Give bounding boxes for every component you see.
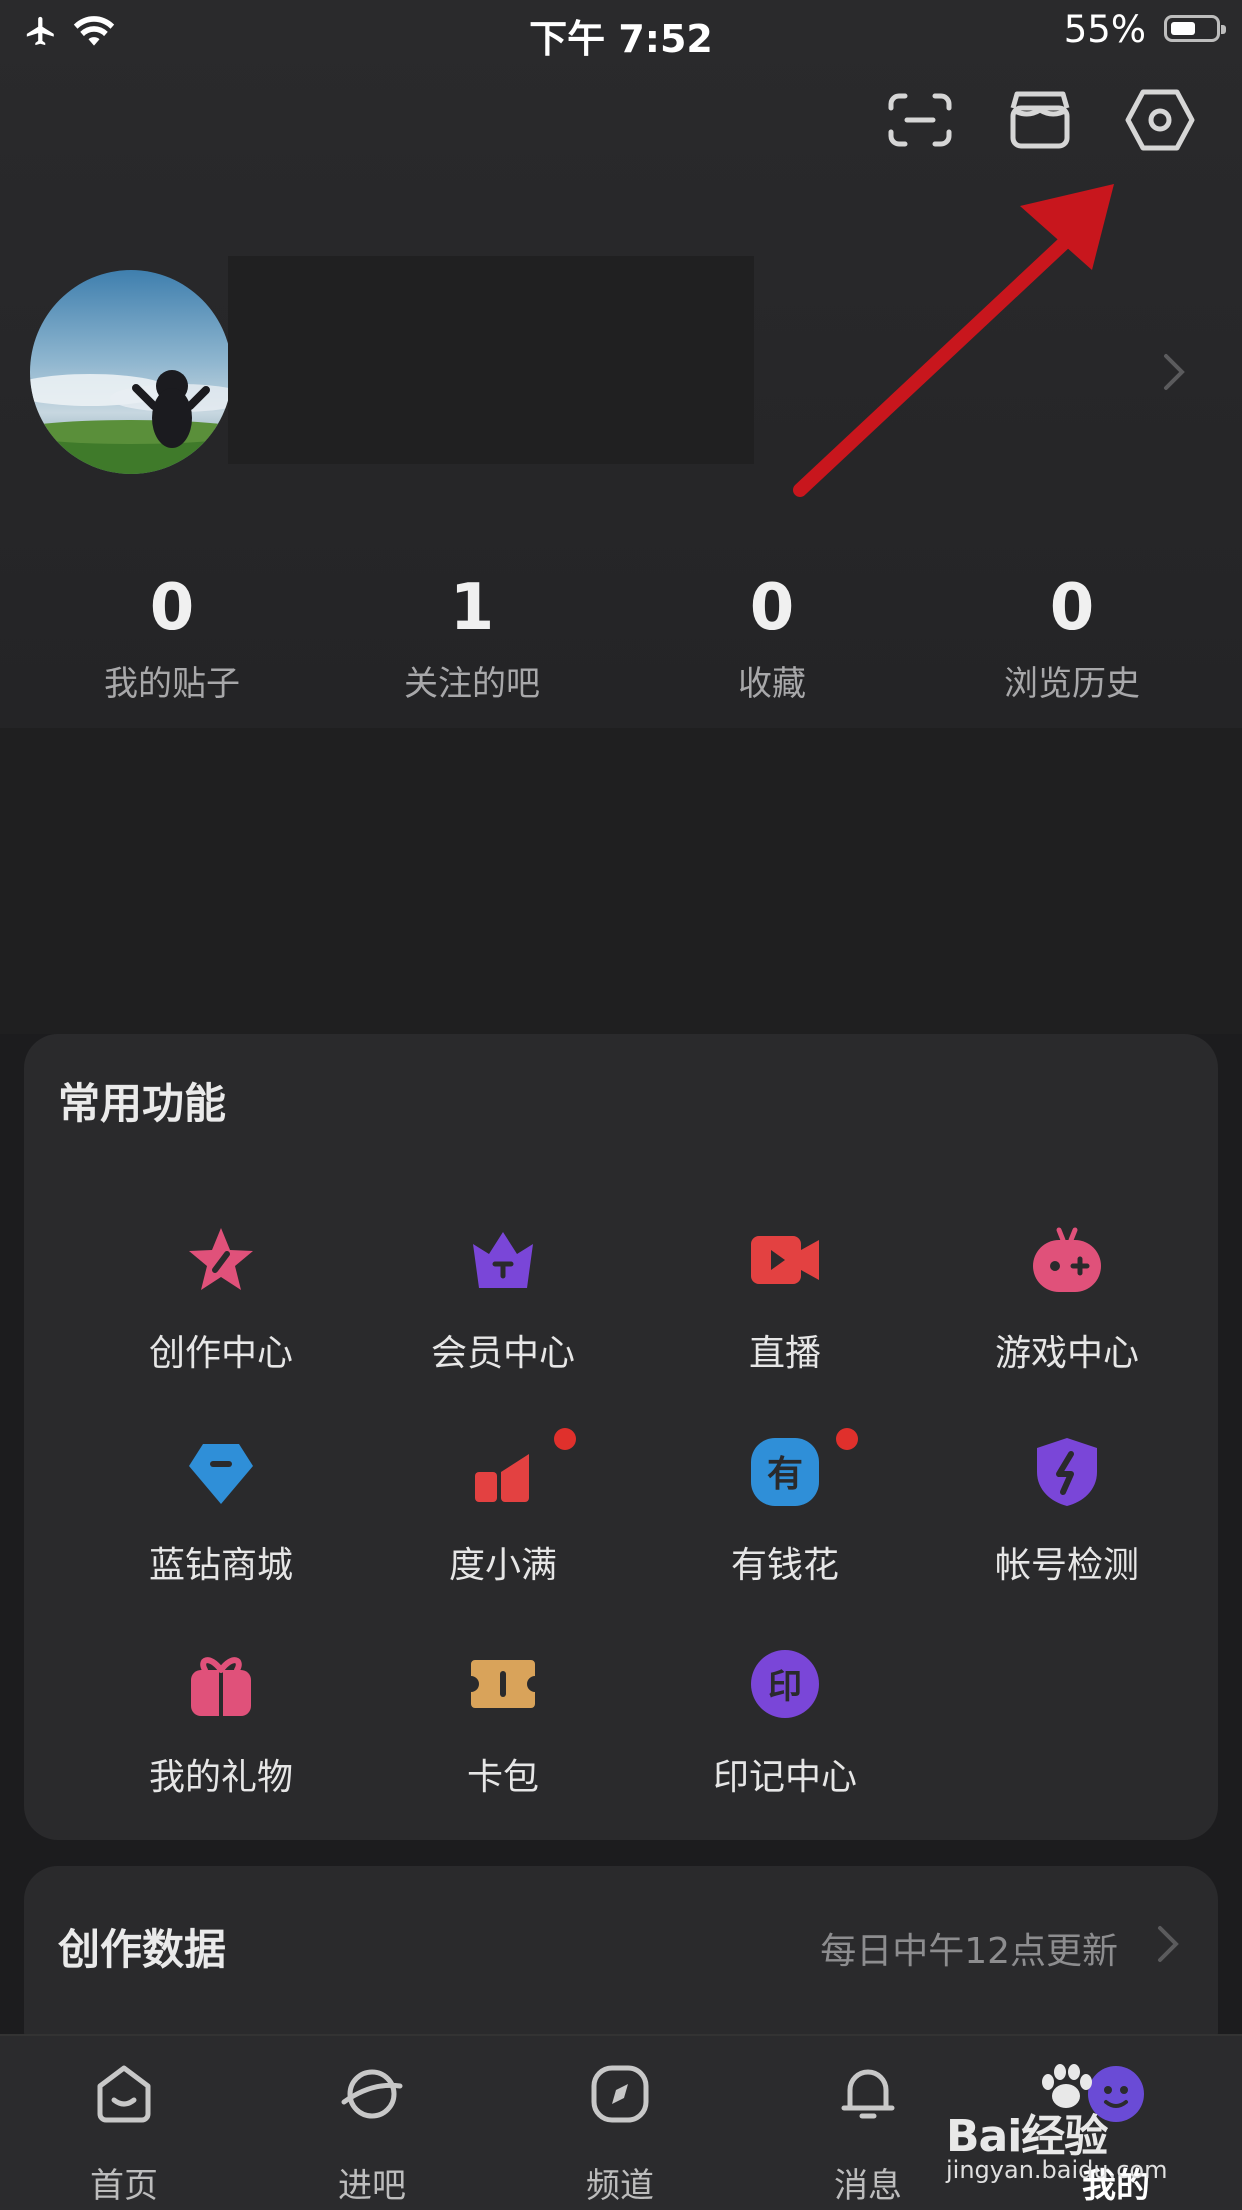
scan-icon[interactable] (880, 80, 960, 160)
settings-icon[interactable] (1120, 80, 1200, 160)
money-icon-glyph: 有 (767, 1454, 803, 1495)
function-label: 有钱花 (730, 1545, 839, 1586)
compass-icon (591, 2065, 649, 2123)
stat-followed-bars[interactable]: 1 关注的吧 (322, 570, 622, 720)
function-creation-center[interactable]: 创作中心 (80, 1224, 362, 1404)
function-label: 游戏中心 (994, 1333, 1139, 1374)
function-label: 我的礼物 (148, 1757, 293, 1798)
chevron-right-icon (1158, 1926, 1179, 1962)
function-label: 印记中心 (712, 1757, 857, 1798)
seal-icon-glyph: 印 (768, 1667, 802, 1707)
function-label: 卡包 (466, 1757, 539, 1798)
stat-label: 关注的吧 (404, 664, 540, 704)
card-title: 常用功能 (58, 1079, 227, 1128)
stat-my-posts[interactable]: 0 我的贴子 (22, 570, 322, 720)
stat-value: 0 (1049, 571, 1095, 645)
function-label: 帐号检测 (994, 1545, 1139, 1586)
gamepad-icon (1033, 1227, 1101, 1292)
function-game-center[interactable]: 游戏中心 (926, 1224, 1208, 1404)
tab-channel[interactable]: 频道 (496, 2036, 744, 2210)
function-label: 直播 (748, 1333, 821, 1374)
shield-icon (1037, 1438, 1097, 1506)
stat-value: 0 (749, 571, 795, 645)
function-you-qian-hua[interactable]: 有 有钱花 (644, 1428, 926, 1616)
gift-icon (191, 1657, 251, 1716)
tab-home[interactable]: 首页 (0, 2036, 248, 2210)
tab-enter-bar[interactable]: 进吧 (248, 2036, 496, 2210)
username-area[interactable] (228, 256, 754, 464)
function-label: 蓝钻商城 (148, 1545, 293, 1586)
finance-chart-icon (475, 1454, 529, 1502)
store-icon[interactable] (1000, 80, 1080, 160)
function-seal-center[interactable]: 印 印记中心 (644, 1648, 926, 1828)
crown-icon (473, 1232, 533, 1288)
function-label: 创作中心 (148, 1333, 293, 1374)
star-pen-icon (189, 1228, 253, 1290)
tab-label: 频道 (586, 2166, 654, 2206)
function-account-check[interactable]: 帐号检测 (926, 1436, 1208, 1616)
stat-value: 0 (149, 571, 195, 645)
tab-label: 进吧 (338, 2166, 406, 2206)
tab-label: 首页 (90, 2166, 158, 2206)
chevron-right-icon[interactable] (1156, 350, 1192, 394)
baidu-jingyan-watermark: Bai经验 jingyan.baidu.com (946, 2060, 1236, 2200)
function-label: 度小满 (448, 1545, 557, 1586)
stat-label: 收藏 (738, 664, 806, 704)
watermark-brand: Bai经验 (946, 2111, 1108, 2162)
update-note: 每日中午12点更新 (820, 1931, 1118, 1972)
stat-history[interactable]: 0 浏览历史 (922, 570, 1222, 720)
function-label: 会员中心 (430, 1333, 575, 1374)
status-bar: 下午 7:52 55% (0, 0, 1242, 62)
common-functions-card: 常用功能 创作中心 会员中心 直播 游戏中心 蓝钻商城 度小满 有 有钱花 帐号… (24, 1034, 1218, 1840)
watermark-url: jingyan.baidu.com (946, 2156, 1168, 2184)
notification-dot (836, 1428, 858, 1450)
battery-icon (1164, 15, 1226, 42)
stat-label: 浏览历史 (1004, 664, 1140, 704)
stat-label: 我的贴子 (104, 664, 240, 704)
function-vip-center[interactable]: 会员中心 (362, 1224, 644, 1404)
video-camera-icon (751, 1236, 819, 1284)
function-my-gifts[interactable]: 我的礼物 (80, 1648, 362, 1828)
status-time: 下午 7:52 (529, 17, 713, 61)
ticket-icon (471, 1660, 535, 1708)
notification-dot (554, 1428, 576, 1450)
avatar[interactable] (30, 270, 232, 474)
card-title: 创作数据 (58, 1925, 227, 1974)
planet-icon (341, 2069, 403, 2119)
function-du-xiaoman[interactable]: 度小满 (362, 1428, 644, 1616)
stat-value: 1 (449, 571, 495, 645)
battery-percent: 55% (1063, 8, 1146, 51)
function-card-wallet[interactable]: 卡包 (362, 1648, 644, 1828)
function-blue-diamond-mall[interactable]: 蓝钻商城 (80, 1436, 362, 1616)
stat-favorites[interactable]: 0 收藏 (622, 570, 922, 720)
home-icon (97, 2065, 151, 2123)
seal-icon: 印 (751, 1650, 819, 1718)
diamond-icon (189, 1444, 253, 1504)
function-live[interactable]: 直播 (644, 1224, 926, 1404)
bell-icon (841, 2069, 895, 2119)
profile-stats: 0 我的贴子 1 关注的吧 0 收藏 0 浏览历史 (0, 570, 1242, 720)
banner-area (0, 728, 1242, 1034)
money-icon: 有 (751, 1438, 819, 1506)
